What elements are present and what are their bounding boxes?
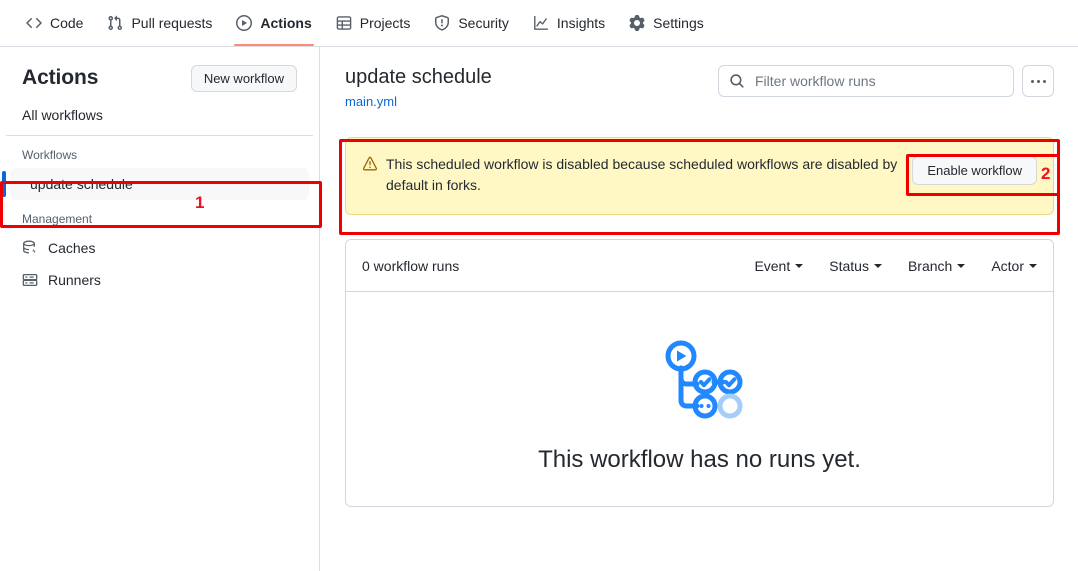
- empty-state-title: This workflow has no runs yet.: [538, 446, 861, 474]
- chevron-down-icon: [795, 264, 803, 268]
- tab-code-label: Code: [50, 16, 83, 30]
- workflow-runs-count: 0 workflow runs: [362, 258, 459, 274]
- workflow-header: update schedule main.yml: [345, 63, 1054, 111]
- search-icon: [729, 73, 745, 89]
- tab-security[interactable]: Security: [424, 0, 519, 46]
- workflow-heading: update schedule main.yml: [345, 63, 492, 111]
- server-icon: [22, 272, 38, 288]
- tab-projects[interactable]: Projects: [326, 0, 421, 46]
- more-options-button[interactable]: [1022, 65, 1054, 97]
- workflow-runs-empty-state: This workflow has no runs yet.: [346, 292, 1053, 474]
- banner-message: This scheduled workflow is disabled beca…: [386, 154, 898, 196]
- filter-status[interactable]: Status: [829, 258, 882, 274]
- tab-settings[interactable]: Settings: [619, 0, 714, 46]
- kebab-dot: [1037, 80, 1040, 83]
- sidebar-item-caches-label: Caches: [48, 240, 95, 256]
- sidebar-item-all-workflows[interactable]: All workflows: [0, 93, 319, 135]
- sidebar-item-label: update schedule: [30, 176, 133, 192]
- kebab-dot: [1043, 80, 1046, 83]
- play-circle-icon: [236, 15, 252, 31]
- repo-nav-list: Code Pull requests Actions Projects Secu: [0, 0, 1078, 46]
- tab-actions[interactable]: Actions: [226, 0, 321, 46]
- new-workflow-button[interactable]: New workflow: [191, 65, 297, 92]
- management-list: Caches Runners: [0, 232, 319, 296]
- filter-event-label: Event: [754, 258, 790, 274]
- sidebar-item-caches[interactable]: Caches: [10, 232, 309, 264]
- shield-icon: [434, 15, 450, 31]
- cache-icon: [22, 240, 38, 256]
- repo-navigation-bar: Code Pull requests Actions Projects Secu: [0, 0, 1078, 47]
- kebab-dot: [1031, 80, 1034, 83]
- chevron-down-icon: [1029, 264, 1037, 268]
- table-icon: [336, 15, 352, 31]
- filter-status-label: Status: [829, 258, 869, 274]
- sidebar-header: Actions New workflow: [0, 47, 319, 93]
- git-pull-request-icon: [107, 15, 123, 31]
- actions-sidebar: Actions New workflow All workflows Workf…: [0, 47, 320, 571]
- disabled-workflow-banner-wrapper: This scheduled workflow is disabled beca…: [345, 137, 1054, 215]
- workflow-list: update schedule: [0, 168, 319, 200]
- code-icon: [26, 15, 42, 31]
- chevron-down-icon: [957, 264, 965, 268]
- tab-security-label: Security: [458, 16, 509, 30]
- sidebar-item-runners-label: Runners: [48, 272, 101, 288]
- page-title: Actions: [22, 66, 98, 90]
- filter-event[interactable]: Event: [754, 258, 803, 274]
- tab-pull-requests-label: Pull requests: [131, 16, 212, 30]
- tab-actions-label: Actions: [260, 16, 311, 30]
- gear-icon: [629, 15, 645, 31]
- workflow-file-link[interactable]: main.yml: [345, 94, 397, 109]
- graph-icon: [533, 15, 549, 31]
- tab-insights[interactable]: Insights: [523, 0, 615, 46]
- filter-actor-label: Actor: [991, 258, 1024, 274]
- main-content: update schedule main.yml This scheduled …: [321, 47, 1078, 571]
- alert-icon: [362, 156, 378, 172]
- selected-indicator-bar: [2, 171, 6, 197]
- tab-settings-label: Settings: [653, 16, 704, 30]
- tab-insights-label: Insights: [557, 16, 605, 30]
- chevron-down-icon: [874, 264, 882, 268]
- sidebar-section-management: Management: [0, 200, 319, 232]
- tab-projects-label: Projects: [360, 16, 411, 30]
- disabled-workflow-banner: This scheduled workflow is disabled beca…: [345, 137, 1054, 215]
- enable-workflow-button[interactable]: Enable workflow: [912, 156, 1037, 185]
- filter-actor[interactable]: Actor: [991, 258, 1037, 274]
- filter-workflow-runs-box[interactable]: [718, 65, 1014, 97]
- search-input[interactable]: [753, 72, 1003, 90]
- sidebar-item-runners[interactable]: Runners: [10, 264, 309, 296]
- filter-branch[interactable]: Branch: [908, 258, 965, 274]
- workflow-runs-filters: Event Status Branch Actor: [754, 258, 1037, 274]
- filter-branch-label: Branch: [908, 258, 952, 274]
- workflow-title: update schedule: [345, 65, 492, 90]
- header-actions: [718, 63, 1054, 97]
- workflow-runs-panel: 0 workflow runs Event Status Branch Acto…: [345, 239, 1054, 507]
- tab-pull-requests[interactable]: Pull requests: [97, 0, 222, 46]
- sidebar-item-update-schedule[interactable]: update schedule: [10, 168, 309, 200]
- workflow-runs-header: 0 workflow runs Event Status Branch Acto…: [346, 240, 1053, 292]
- sidebar-section-workflows: Workflows: [0, 136, 319, 168]
- tab-code[interactable]: Code: [16, 0, 93, 46]
- workflow-graph-icon: [657, 336, 743, 422]
